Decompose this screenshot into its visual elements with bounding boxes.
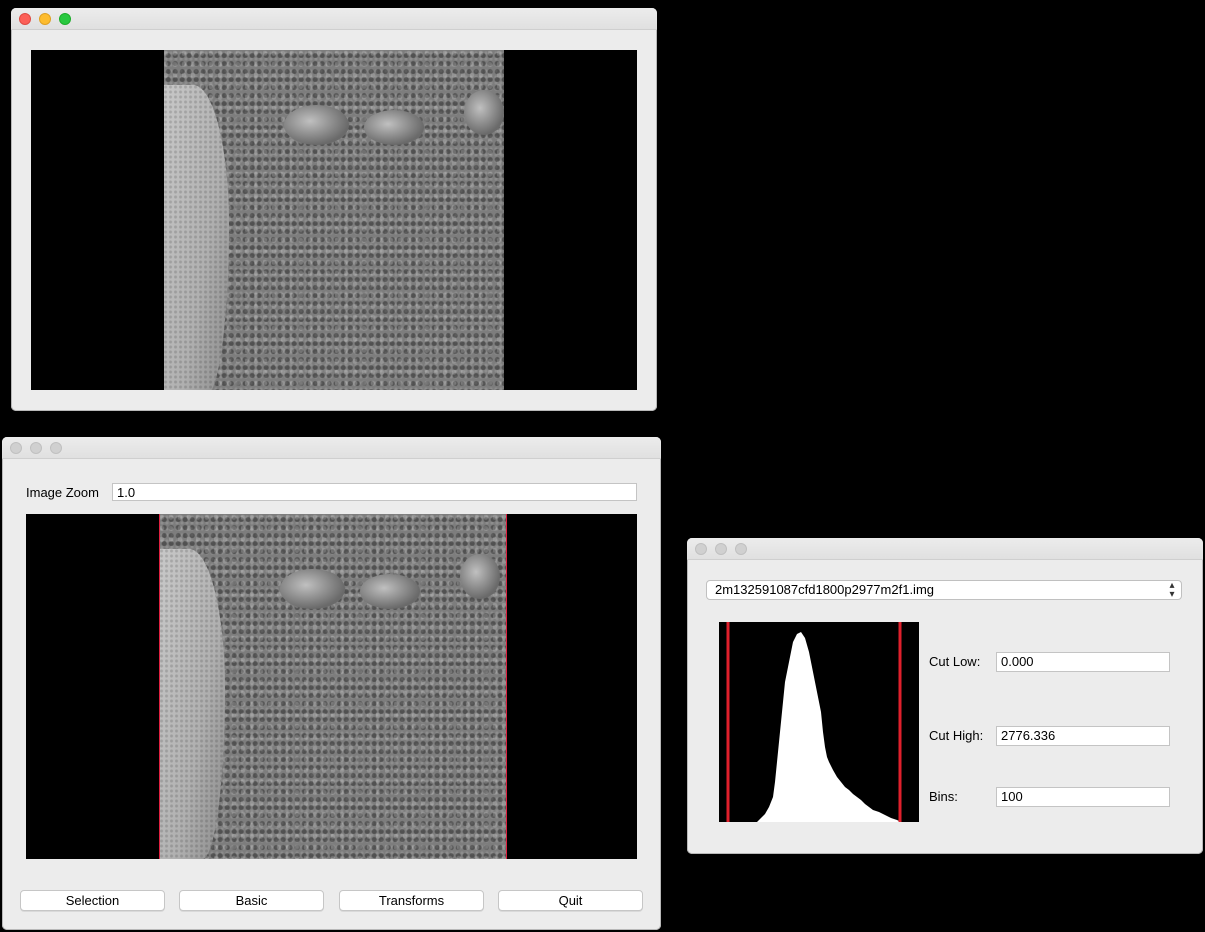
histogram-window: 2m132591087cfd1800p2977m2f1.img ▴ ▾ Cut L… [687,538,1203,854]
zoom-button[interactable] [50,442,62,454]
cut-high-input[interactable]: 2776.336 [996,726,1170,746]
cut-low-input[interactable]: 0.000 [996,652,1170,672]
histogram-bars [729,632,901,822]
basic-button[interactable]: Basic [179,890,324,911]
minimize-button[interactable] [39,13,51,25]
viewer-window [11,8,657,411]
close-button[interactable] [695,543,707,555]
histogram-titlebar[interactable] [687,538,1203,560]
quit-button[interactable]: Quit [498,890,643,911]
image-zoom-label: Image Zoom [26,485,99,500]
histogram-canvas[interactable] [719,622,919,822]
transforms-button[interactable]: Transforms [339,890,484,911]
control-window: Image Zoom 1.0 Selection Basic Transform… [2,437,661,930]
minimize-button[interactable] [30,442,42,454]
rock-formation [160,549,225,859]
bins-label: Bins: [929,789,958,804]
viewer-titlebar[interactable] [11,8,657,30]
close-button[interactable] [10,442,22,454]
mound-1 [280,569,345,609]
image-zoom-input[interactable]: 1.0 [112,483,637,501]
mound-2 [364,110,424,145]
mars-image [164,50,504,390]
cut-high-label: Cut High: [929,728,984,743]
zoom-button[interactable] [735,543,747,555]
minimize-button[interactable] [715,543,727,555]
close-button[interactable] [19,13,31,25]
histogram-plot [726,622,902,822]
mars-image [159,514,507,859]
zoom-button[interactable] [59,13,71,25]
mound-3 [464,90,504,135]
rock-formation [164,85,229,390]
selection-button[interactable]: Selection [20,890,165,911]
chevron-updown-icon: ▴ ▾ [1169,580,1175,600]
file-select[interactable]: 2m132591087cfd1800p2977m2f1.img ▴ ▾ [706,580,1182,600]
control-titlebar[interactable] [2,437,661,459]
bins-input[interactable]: 100 [996,787,1170,807]
cut-low-label: Cut Low: [929,654,981,669]
control-canvas[interactable] [26,514,637,859]
mound-3 [460,554,500,599]
file-select-value: 2m132591087cfd1800p2977m2f1.img [715,582,935,597]
mound-1 [284,105,349,145]
viewer-canvas[interactable] [31,50,637,390]
mound-2 [360,574,420,609]
